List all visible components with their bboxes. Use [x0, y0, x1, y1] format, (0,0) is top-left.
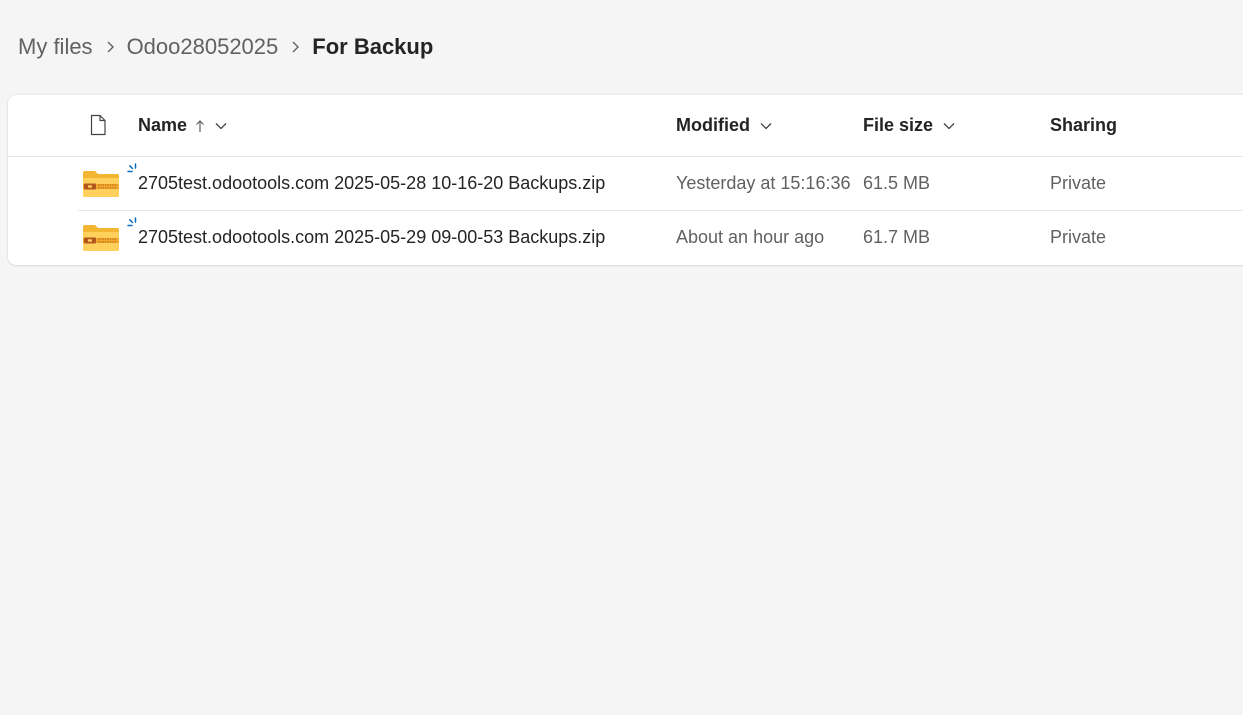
file-modified: Yesterday at 15:16:36: [676, 173, 851, 193]
breadcrumb-odoo-folder[interactable]: Odoo28052025: [127, 34, 279, 60]
document-icon[interactable]: [89, 114, 107, 136]
column-header-name-label: Name: [138, 115, 188, 135]
zip-folder-icon: [82, 221, 120, 253]
chevron-right-icon: [93, 30, 127, 64]
column-header-sharing-label: Sharing: [1050, 115, 1118, 135]
column-header-modified-label: Modified: [676, 115, 750, 135]
breadcrumb: My files Odoo28052025 For Backup: [18, 30, 433, 64]
chevron-down-icon[interactable]: [943, 122, 955, 130]
file-size: 61.7 MB: [863, 227, 931, 247]
breadcrumb-current: For Backup: [312, 34, 434, 59]
file-name[interactable]: 2705test.odootools.com 2025-05-28 10-16-…: [138, 157, 605, 210]
table-row[interactable]: 2705test.odootools.com 2025-05-28 10-16-…: [8, 157, 1243, 210]
chevron-down-icon[interactable]: [760, 122, 772, 130]
file-modified: About an hour ago: [676, 227, 825, 247]
file-sharing[interactable]: Private: [1050, 157, 1106, 210]
chevron-down-icon[interactable]: [215, 122, 227, 130]
breadcrumb-my-files[interactable]: My files: [18, 34, 93, 60]
zip-folder-icon: [82, 167, 120, 199]
file-list: Name Modified File size Sharing 2705test…: [8, 95, 1243, 265]
file-sharing[interactable]: Private: [1050, 211, 1106, 264]
column-header-file-size[interactable]: File size: [863, 95, 955, 156]
table-row[interactable]: 2705test.odootools.com 2025-05-29 09-00-…: [8, 211, 1243, 264]
file-size: 61.5 MB: [863, 173, 931, 193]
file-name[interactable]: 2705test.odootools.com 2025-05-29 09-00-…: [138, 211, 605, 264]
column-header-modified[interactable]: Modified: [676, 95, 772, 156]
file-list-header: Name Modified File size Sharing: [8, 95, 1243, 157]
file-browser-page: My files Odoo28052025 For Backup Name Mo…: [0, 0, 1243, 715]
chevron-right-icon: [278, 30, 312, 64]
column-header-sharing[interactable]: Sharing: [1050, 95, 1117, 156]
column-header-name[interactable]: Name: [138, 95, 227, 156]
arrow-up-icon: [195, 119, 205, 133]
column-header-file-size-label: File size: [863, 115, 934, 135]
